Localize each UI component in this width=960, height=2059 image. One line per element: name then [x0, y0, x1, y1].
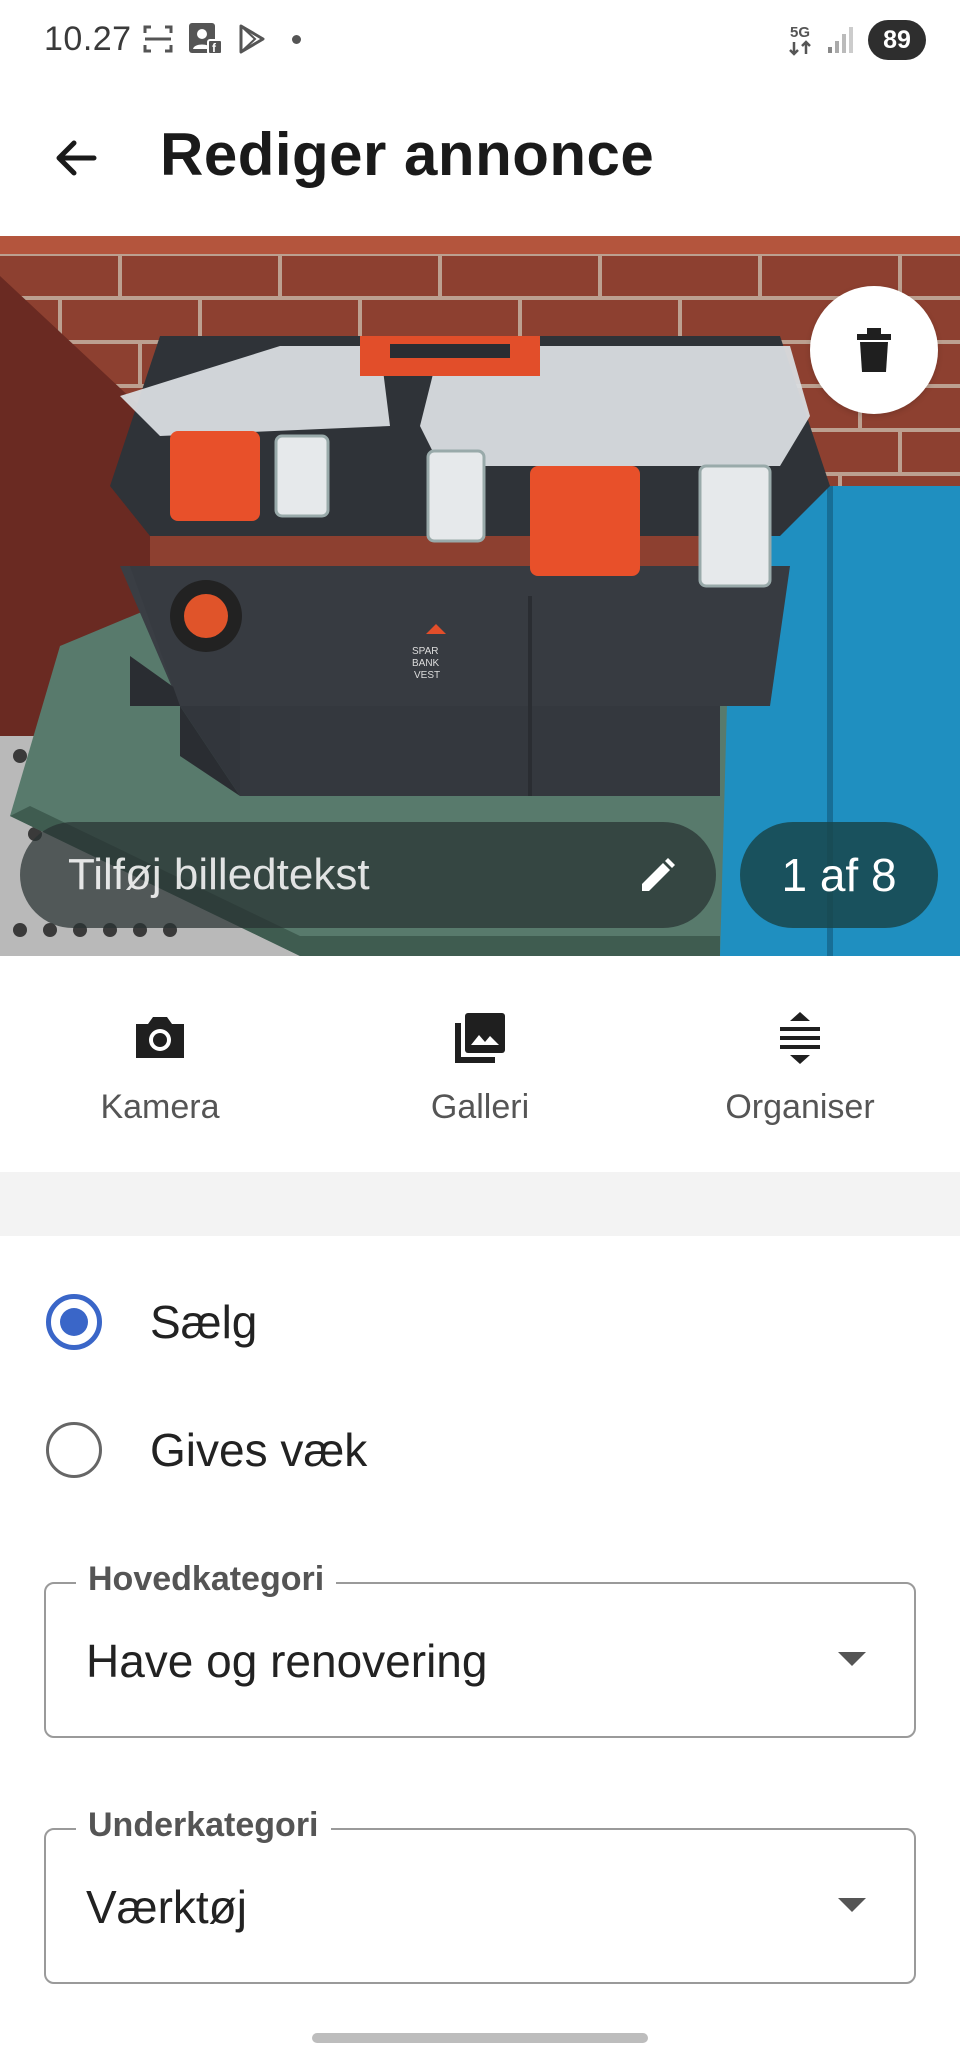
- system-status-icons: 5G 89: [788, 20, 926, 60]
- photo-counter: 1 af 8: [740, 822, 938, 928]
- radio-sell-indicator[interactable]: [46, 1294, 102, 1350]
- caption-input[interactable]: Tilføj billedtekst: [20, 822, 716, 928]
- dropdown-arrow-icon: [838, 1898, 866, 1912]
- dropdown-arrow-icon: [838, 1652, 866, 1666]
- gallery-icon: [455, 1013, 505, 1063]
- gallery-label: Galleri: [430, 1088, 530, 1126]
- sub-category-select[interactable]: Underkategori Værktøj: [44, 1806, 916, 1984]
- toolbox-logo-text: SPAR: [412, 646, 439, 657]
- sub-category-label: Underkategori: [76, 1806, 331, 1845]
- radio-sell[interactable]: Sælg: [0, 1262, 960, 1382]
- organise-label: Organiser: [725, 1088, 875, 1126]
- notification-icons: f: [142, 22, 301, 56]
- status-bar: 10.27 f 5G 89: [0, 0, 960, 84]
- home-indicator[interactable]: [312, 2033, 648, 2043]
- delete-photo-button[interactable]: [810, 286, 938, 414]
- mobile-data-icon: 5G: [788, 25, 812, 56]
- more-notifications-dot: [292, 34, 301, 44]
- camera-icon: [136, 1017, 184, 1058]
- scan-icon: [143, 25, 173, 53]
- main-category-value: Have og renovering: [86, 1635, 488, 1687]
- main-category-select[interactable]: Hovedkategori Have og renovering: [44, 1560, 916, 1738]
- battery-indicator: 89: [868, 20, 926, 60]
- facebook-contact-icon: f: [189, 23, 222, 55]
- pencil-icon: [642, 858, 675, 891]
- sub-category-value: Værktøj: [86, 1881, 247, 1933]
- play-store-icon: [239, 24, 265, 54]
- organise-button[interactable]: Organiser: [640, 956, 960, 1172]
- page-title: Rediger annonce: [160, 121, 655, 188]
- back-button[interactable]: [36, 118, 116, 198]
- caption-placeholder[interactable]: Tilføj billedtekst: [68, 850, 630, 900]
- photo-actions: Kamera Galleri Organiser: [0, 956, 960, 1172]
- camera-button[interactable]: Kamera: [0, 956, 320, 1172]
- status-time: 10.27: [44, 20, 132, 58]
- radio-give-away-label: Gives væk: [150, 1424, 368, 1476]
- signal-icon: [828, 27, 853, 53]
- listing-photo[interactable]: SPAR BANK VEST Tilføj billedtekst 1 af 8: [0, 236, 960, 956]
- app-bar: Rediger annonce: [0, 84, 960, 236]
- camera-label: Kamera: [100, 1088, 220, 1126]
- gallery-button[interactable]: Galleri: [320, 956, 640, 1172]
- svg-text:VEST: VEST: [414, 670, 440, 681]
- radio-give-away[interactable]: Gives væk: [0, 1390, 960, 1510]
- svg-text:BANK: BANK: [412, 658, 440, 669]
- network-type: 5G: [789, 23, 810, 41]
- radio-give-away-indicator[interactable]: [46, 1422, 102, 1478]
- main-category-label: Hovedkategori: [76, 1560, 337, 1599]
- trash-icon: [857, 328, 891, 372]
- edit-caption-button[interactable]: [630, 847, 686, 903]
- arrow-left-icon: [56, 140, 97, 176]
- reorder-icon: [780, 1012, 820, 1064]
- radio-sell-label: Sælg: [150, 1296, 258, 1348]
- section-divider: [0, 1172, 960, 1236]
